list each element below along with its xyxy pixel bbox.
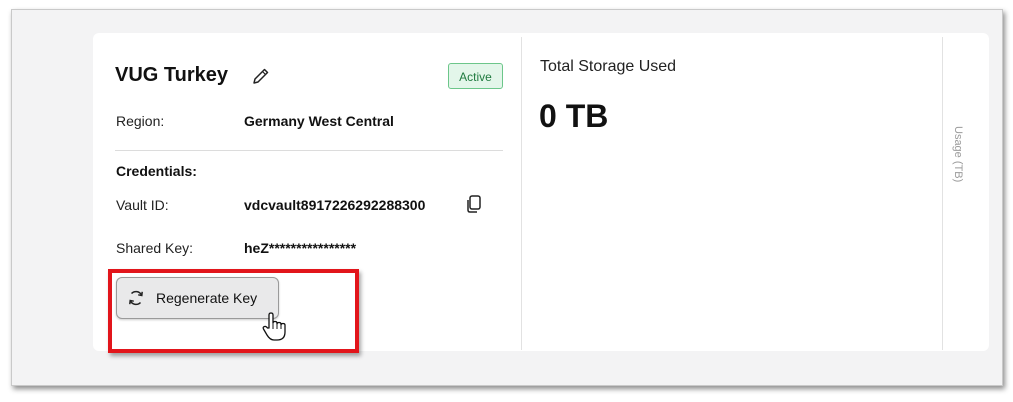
column-divider [521,37,522,350]
region-value: Germany West Central [244,113,394,129]
edit-pencil-icon[interactable] [251,66,271,86]
vault-id-value: vdcvault8917226292288300 [244,197,426,213]
total-storage-value: 0 TB [539,98,609,134]
total-storage-label: Total Storage Used [540,58,677,75]
chart-y-axis-label: Usage (TB) [952,126,964,183]
hand-pointer-cursor-icon [262,312,286,341]
column-divider [942,37,943,350]
highlight-box [108,269,359,353]
credentials-heading: Credentials: [116,163,197,179]
status-badge: Active [448,63,503,89]
shared-key-value: heZ**************** [244,240,357,256]
shared-key-label: Shared Key: [116,240,194,256]
region-label: Region: [116,113,165,129]
section-divider [115,150,503,151]
vault-id-label: Vault ID: [116,197,169,213]
vault-name: VUG Turkey [115,64,228,86]
copy-icon[interactable] [465,194,483,214]
